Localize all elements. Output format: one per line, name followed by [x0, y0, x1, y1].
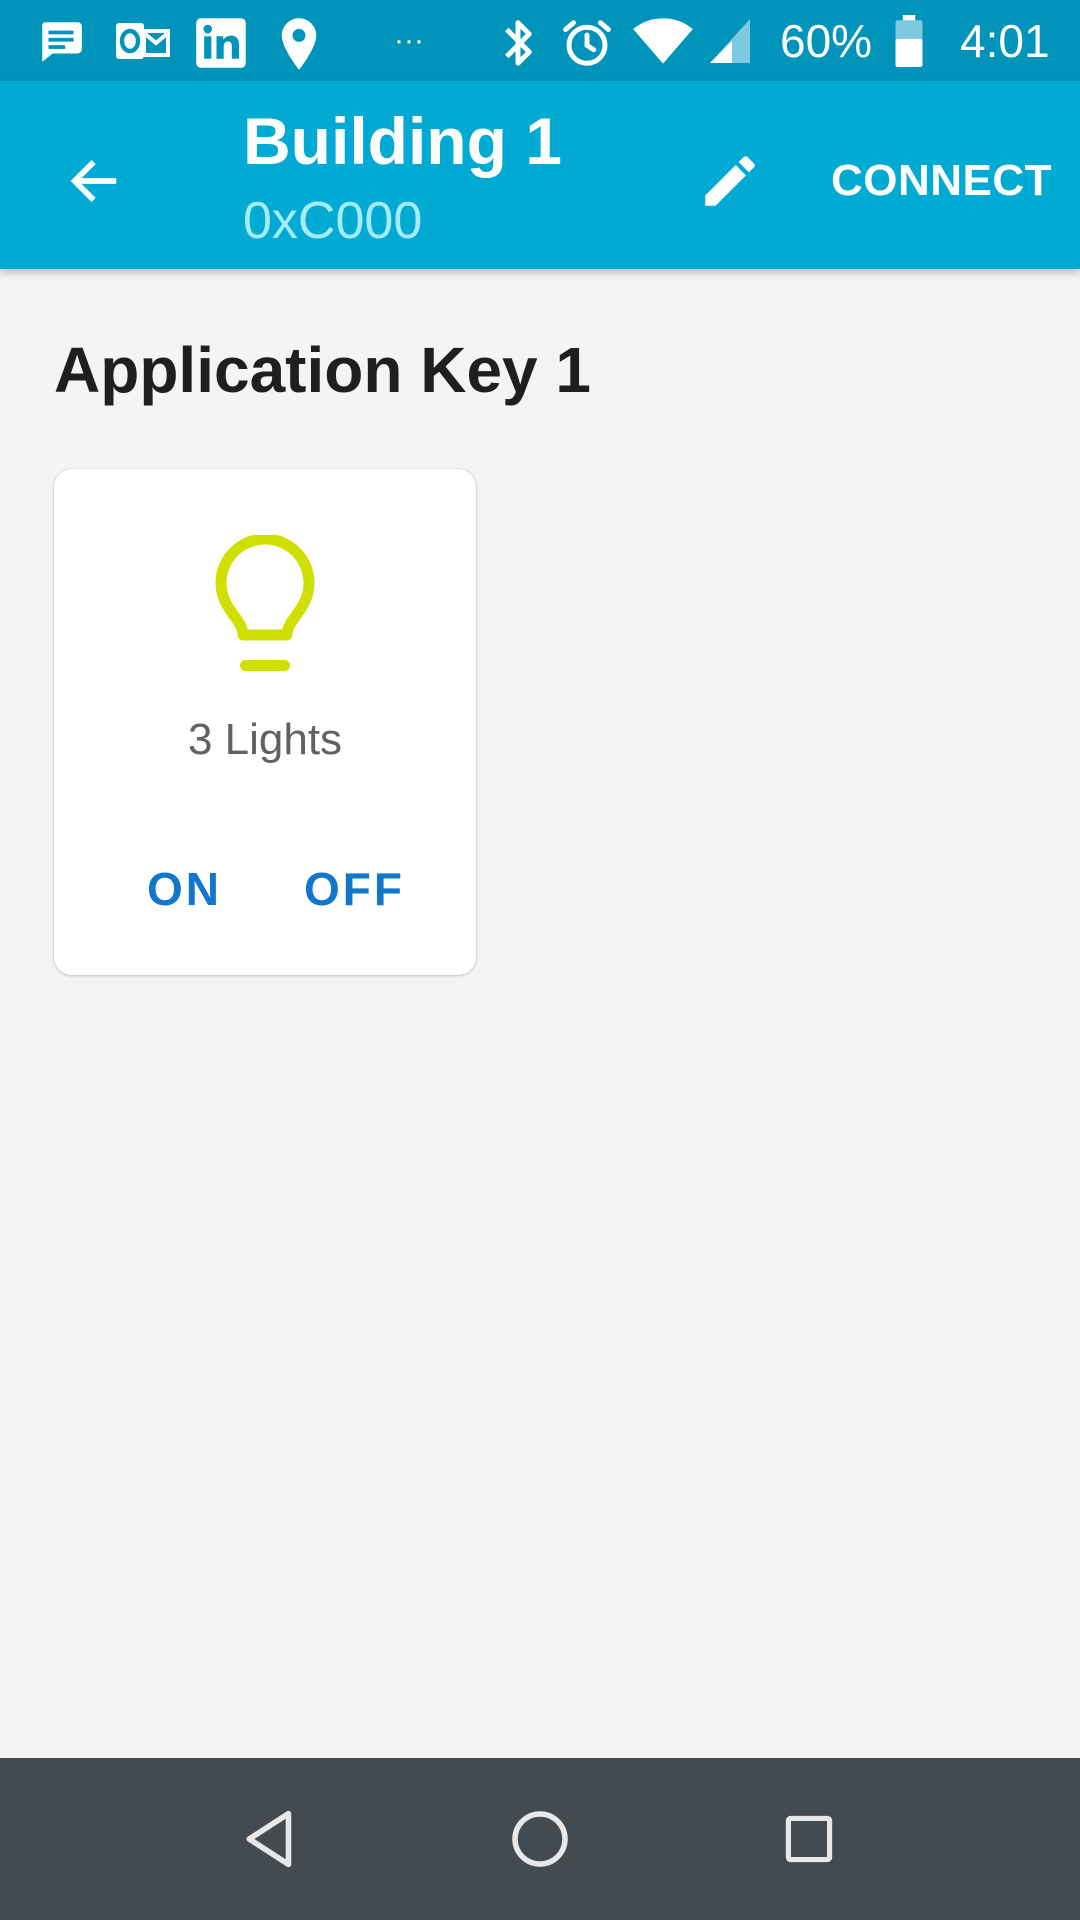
outlook-icon — [116, 23, 170, 59]
section-title: Application Key 1 — [54, 334, 591, 406]
battery-percent: 60% — [780, 15, 873, 67]
status-time: 4:01 — [960, 15, 1050, 67]
arrow-back-icon — [70, 159, 117, 203]
alarm-icon — [563, 20, 611, 66]
nav-recents-button[interactable] — [749, 1779, 869, 1899]
card-label: 3 Lights — [187, 715, 343, 764]
nav-back-button[interactable] — [210, 1779, 330, 1899]
page-subtitle: 0xC000 — [243, 192, 423, 250]
status-bar: ··· 60% 4:01 — [0, 0, 1080, 81]
location-pin-icon — [281, 18, 317, 70]
lightbulb-icon — [215, 535, 315, 671]
back-button[interactable] — [50, 137, 138, 225]
nav-home-icon — [512, 1811, 568, 1867]
nav-home-button[interactable] — [480, 1779, 600, 1899]
cell-signal-icon — [710, 19, 750, 63]
on-button[interactable]: ON — [147, 849, 222, 929]
battery-icon — [895, 15, 923, 67]
messages-icon — [42, 22, 82, 62]
bluetooth-icon — [504, 20, 532, 66]
page-title: Building 1 — [243, 104, 562, 178]
linkedin-icon — [196, 18, 246, 68]
pencil-icon — [705, 156, 755, 206]
more-notifications-indicator: ··· — [394, 24, 424, 57]
off-button[interactable]: OFF — [304, 849, 405, 929]
app-bar: Building 1 0xC000 CONNECT — [0, 81, 1080, 269]
nav-recents-icon — [785, 1815, 833, 1863]
screen: ··· 60% 4:01 Building 1 0xC000 CONNECT A… — [0, 0, 1080, 1920]
group-card[interactable]: 3 Lights ON OFF — [54, 469, 476, 975]
navigation-bar — [0, 1758, 1080, 1920]
wifi-icon — [633, 18, 693, 64]
edit-button[interactable] — [686, 137, 774, 225]
nav-back-icon — [246, 1810, 292, 1868]
connect-button[interactable]: CONNECT — [831, 149, 1052, 213]
